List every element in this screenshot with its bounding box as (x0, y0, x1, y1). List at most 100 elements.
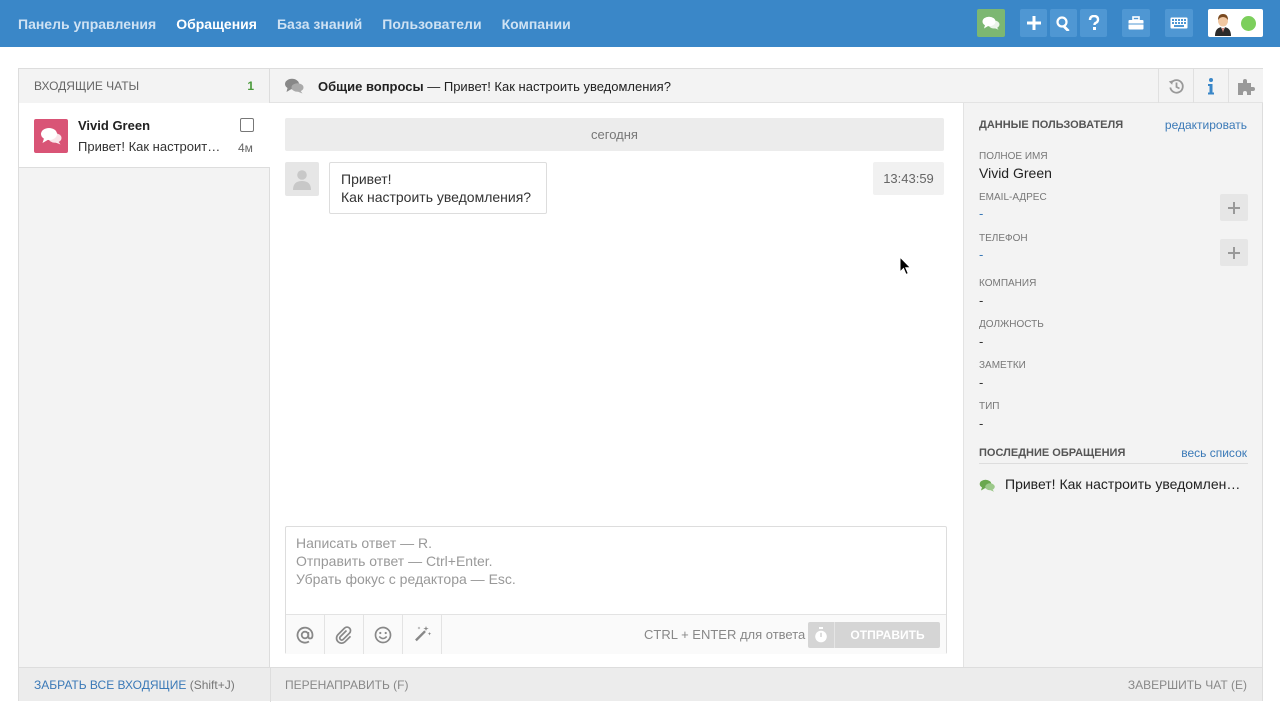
day-separator: сегодня (285, 118, 944, 151)
conversation-area: Общие вопросы — Привет! Как настроить ув… (270, 69, 1263, 667)
section-divider (979, 463, 1248, 464)
keyboard-icon (1170, 17, 1188, 29)
placeholder-line-2: Отправить ответ — Ctrl+Enter. (296, 553, 493, 569)
templates-button[interactable] (403, 615, 442, 654)
incoming-chats-header: ВХОДЯЩИЕ ЧАТЫ 1 (19, 69, 270, 103)
mention-button[interactable] (286, 615, 325, 654)
phone-value[interactable]: - (979, 247, 983, 262)
incoming-chats-title: ВХОДЯЩИЕ ЧАТЫ (34, 79, 140, 93)
smiley-icon (374, 626, 392, 643)
nav-dashboard[interactable]: Панель управления (18, 16, 156, 32)
attach-button[interactable] (325, 615, 364, 654)
type-label: ТИП (979, 401, 1000, 412)
conversation-workspace: ВХОДЯЩИЕ ЧАТЫ 1 Vivid Green Привет! Как … (18, 68, 1263, 702)
message-line-1: Привет! (341, 171, 392, 187)
delayed-send-button[interactable] (808, 622, 835, 648)
help-button[interactable] (1080, 9, 1107, 37)
chat-preview-text: Привет! Как настроить уведомления? (78, 139, 223, 154)
plus-icon (1228, 201, 1240, 214)
message-bubble: Привет! Как настроить уведомления? (329, 162, 547, 214)
chat-age: 4м (238, 141, 253, 155)
email-label: EMAIL-АДРЕС (979, 192, 1047, 203)
reply-input-placeholder[interactable]: Написать ответ — R. Отправить ответ — Ct… (296, 534, 516, 588)
conversation-subject: Привет! Как настроить уведомления? (443, 79, 671, 94)
user-avatar-icon (1210, 10, 1236, 36)
chat-select-checkbox[interactable] (240, 118, 254, 132)
briefcase-icon (1128, 16, 1144, 30)
chat-bubbles-icon (284, 78, 304, 97)
nav-companies[interactable]: Компании (502, 16, 571, 32)
chat-button[interactable] (977, 9, 1005, 37)
chat-icon (982, 16, 1000, 30)
incoming-chats-sidebar: ВХОДЯЩИЕ ЧАТЫ 1 Vivid Green Привет! Как … (19, 69, 270, 667)
position-value: - (979, 334, 984, 349)
puzzle-icon (1238, 79, 1255, 95)
company-value: - (979, 293, 984, 308)
chat-type-icon (34, 119, 68, 153)
nav-users[interactable]: Пользователи (382, 16, 481, 32)
send-shortcut-hint: CTRL + ENTER для ответа (644, 627, 806, 642)
take-all-incoming-button[interactable]: ЗАБРАТЬ ВСЕ ВХОДЯЩИЕ (Shift+J) (34, 678, 235, 692)
keyboard-button[interactable] (1165, 9, 1193, 37)
create-button[interactable] (1020, 9, 1047, 37)
briefcase-button[interactable] (1122, 9, 1150, 37)
main-nav: Панель управления Обращения База знаний … (18, 0, 591, 47)
placeholder-line-3: Убрать фокус с редактора — Esc. (296, 571, 516, 587)
emoji-button[interactable] (364, 615, 403, 654)
mouse-cursor-icon (899, 256, 912, 276)
recent-requests-title: ПОСЛЕДНИЕ ОБРАЩЕНИЯ (979, 447, 1126, 459)
type-value: - (979, 416, 984, 431)
search-button[interactable] (1050, 9, 1077, 37)
chat-user-name: Vivid Green (78, 118, 151, 133)
magic-wand-icon (414, 626, 431, 642)
nav-tickets[interactable]: Обращения (176, 16, 257, 32)
full-name-label: ПОЛНОЕ ИМЯ (979, 151, 1048, 162)
add-phone-button[interactable] (1220, 239, 1248, 266)
position-label: ДОЛЖНОСТЬ (979, 319, 1044, 330)
incoming-chats-count: 1 (247, 79, 254, 93)
reply-editor[interactable]: Написать ответ — R. Отправить ответ — Ct… (285, 526, 947, 654)
conversation-header: Общие вопросы — Привет! Как настроить ув… (270, 69, 1263, 103)
chat-list-item[interactable]: Vivid Green Привет! Как настроить уведом… (19, 103, 270, 168)
stopwatch-icon (815, 627, 827, 643)
email-value[interactable]: - (979, 206, 983, 221)
edit-user-link[interactable]: редактировать (1165, 118, 1247, 132)
chat-bubbles-icon (979, 479, 995, 492)
recent-request-title: Привет! Как настроить уведомления? (1005, 476, 1245, 492)
conversation-group: Общие вопросы (318, 79, 424, 94)
user-info-panel: ДАННЫЕ ПОЛЬЗОВАТЕЛЯ редактировать ПОЛНОЕ… (963, 103, 1262, 667)
take-all-label: ЗАБРАТЬ ВСЕ ВХОДЯЩИЕ (34, 678, 187, 692)
editor-toolbar: CTRL + ENTER для ответа ОТПРАВИТЬ (286, 614, 946, 654)
company-label: КОМПАНИЯ (979, 278, 1037, 289)
phone-label: ТЕЛЕФОН (979, 233, 1028, 244)
take-all-shortcut: (Shift+J) (189, 678, 235, 692)
send-button-group[interactable]: ОТПРАВИТЬ (808, 622, 940, 648)
message-line-2: Как настроить уведомления? (341, 189, 532, 205)
finish-chat-button[interactable]: ЗАВЕРШИТЬ ЧАТ (E) (1128, 678, 1247, 692)
title-separator: — (427, 79, 441, 94)
all-requests-link[interactable]: весь список (1181, 446, 1247, 460)
add-email-button[interactable] (1220, 194, 1248, 221)
send-button[interactable]: ОТПРАВИТЬ (835, 622, 940, 648)
top-navigation-bar: Панель управления Обращения База знаний … (0, 0, 1280, 47)
history-button[interactable] (1158, 69, 1193, 103)
user-data-title: ДАННЫЕ ПОЛЬЗОВАТЕЛЯ (979, 119, 1124, 131)
nav-knowledge-base[interactable]: База знаний (277, 16, 362, 32)
placeholder-line-1: Написать ответ — R. (296, 535, 433, 551)
info-button[interactable] (1193, 69, 1228, 103)
full-name-value: Vivid Green (979, 165, 1052, 181)
history-icon (1168, 78, 1184, 94)
search-icon (1056, 15, 1070, 31)
at-sign-icon (296, 626, 314, 644)
plugins-button[interactable] (1228, 69, 1263, 103)
conversation-tools (1158, 69, 1263, 103)
notes-value: - (979, 375, 984, 390)
plus-icon (1228, 246, 1240, 259)
paperclip-icon (335, 625, 352, 644)
forward-button[interactable]: ПЕРЕНАПРАВИТЬ (F) (285, 678, 409, 692)
help-icon (1088, 15, 1099, 30)
conversation-title: Общие вопросы — Привет! Как настроить ув… (318, 79, 671, 94)
plus-icon (1026, 16, 1041, 30)
online-status-indicator (1241, 16, 1256, 31)
message-sender-avatar (285, 162, 319, 196)
